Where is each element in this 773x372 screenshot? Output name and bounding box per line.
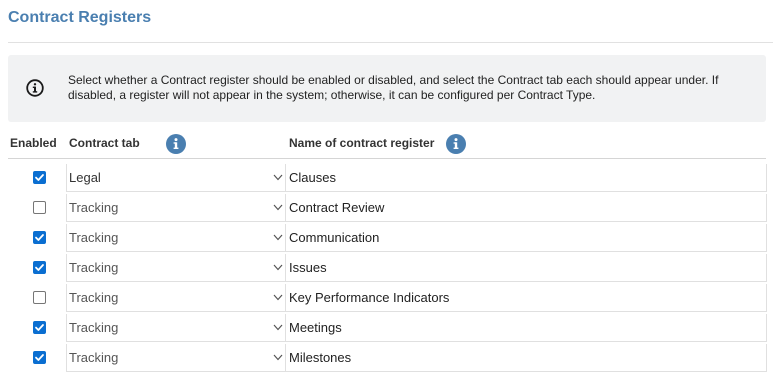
info-circle-icon: [26, 79, 44, 97]
register-name: Key Performance Indicators: [289, 290, 450, 305]
contract-tab-value: Tracking: [69, 200, 119, 215]
contract-tab-select[interactable]: Tracking: [66, 254, 285, 282]
contract-tab-select[interactable]: Tracking: [66, 194, 285, 222]
chevron-down-icon: [273, 354, 283, 361]
contract-tab-value: Tracking: [69, 230, 119, 245]
info-banner: Select whether a Contract register shoul…: [8, 55, 766, 122]
enabled-checkbox[interactable]: [33, 171, 46, 184]
register-name-cell: Key Performance Indicators: [285, 284, 767, 312]
contract-tab-select[interactable]: Tracking: [66, 224, 285, 252]
contract-tab-select[interactable]: Tracking: [66, 314, 285, 342]
contract-tab-value: Tracking: [69, 290, 119, 305]
chevron-down-icon: [273, 174, 283, 181]
register-name: Milestones: [289, 350, 352, 365]
register-name: Meetings: [289, 320, 342, 335]
column-header-enabled: Enabled: [10, 136, 57, 150]
table-row: Tracking Key Performance Indicators: [8, 282, 767, 312]
column-header-contract-tab: Contract tab: [69, 136, 140, 150]
info-text: Select whether a Contract register shoul…: [68, 73, 719, 102]
column-header-register-name: Name of contract register: [289, 136, 435, 150]
register-name: Contract Review: [289, 200, 385, 215]
contract-tab-info-icon[interactable]: [166, 134, 186, 154]
enabled-checkbox[interactable]: [33, 261, 46, 274]
contract-tab-select[interactable]: Tracking: [66, 284, 285, 312]
table-row: Tracking Meetings: [8, 312, 767, 342]
contract-tab-value: Tracking: [69, 350, 119, 365]
register-name-cell: Milestones: [285, 344, 767, 372]
enabled-checkbox[interactable]: [33, 351, 46, 364]
enabled-checkbox[interactable]: [33, 321, 46, 334]
register-name: Clauses: [289, 170, 336, 185]
enabled-checkbox[interactable]: [33, 201, 46, 214]
contract-tab-select[interactable]: Legal: [66, 164, 285, 192]
register-name-cell: Clauses: [285, 164, 767, 192]
table-row: Tracking Communication: [8, 222, 767, 252]
register-name-cell: Issues: [285, 254, 767, 282]
contract-tab-value: Tracking: [69, 260, 119, 275]
header-divider: [8, 158, 766, 159]
chevron-down-icon: [273, 234, 283, 241]
contract-tab-select[interactable]: Tracking: [66, 344, 285, 372]
contract-tab-value: Legal: [69, 170, 101, 185]
chevron-down-icon: [273, 324, 283, 331]
register-name-cell: Meetings: [285, 314, 767, 342]
register-name: Communication: [289, 230, 380, 245]
register-name-info-icon[interactable]: [446, 134, 466, 154]
table-row: Legal Clauses: [8, 162, 767, 192]
table-row: Tracking Contract Review: [8, 192, 767, 222]
register-name: Issues: [289, 260, 327, 275]
table-row: Tracking Issues: [8, 252, 767, 282]
register-name-cell: Contract Review: [285, 194, 767, 222]
chevron-down-icon: [273, 204, 283, 211]
title-divider: [8, 42, 773, 43]
chevron-down-icon: [273, 264, 283, 271]
chevron-down-icon: [273, 294, 283, 301]
enabled-checkbox[interactable]: [33, 291, 46, 304]
enabled-checkbox[interactable]: [33, 231, 46, 244]
register-name-cell: Communication: [285, 224, 767, 252]
table-row: Tracking Milestones: [8, 342, 767, 372]
contract-tab-value: Tracking: [69, 320, 119, 335]
page-title: Contract Registers: [8, 9, 152, 26]
